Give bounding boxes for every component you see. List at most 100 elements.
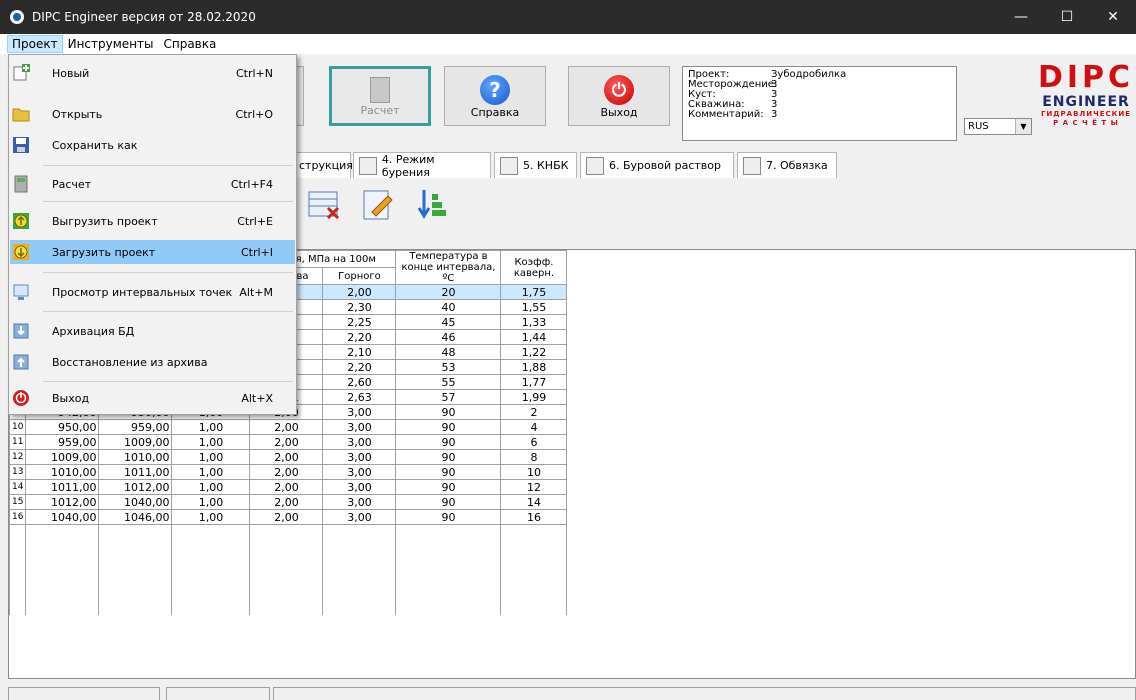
table-cell[interactable]: 2,00 bbox=[249, 419, 324, 435]
table-cell[interactable]: 1010,00 bbox=[25, 464, 100, 480]
table-cell[interactable]: 48 bbox=[395, 344, 502, 360]
menu-project[interactable]: Проект bbox=[7, 35, 63, 53]
table-row[interactable]: 10 950,00 959,00 1,00 2,00 3,00 90 4 bbox=[9, 419, 568, 435]
table-cell[interactable]: 16 bbox=[9, 509, 27, 525]
table-cell[interactable]: 3,00 bbox=[322, 419, 397, 435]
table-cell[interactable]: 2,00 bbox=[322, 284, 397, 300]
minimize-button[interactable]: — bbox=[998, 0, 1044, 34]
table-cell[interactable]: 2,30 bbox=[322, 299, 397, 315]
table-cell[interactable]: 90 bbox=[395, 449, 502, 465]
tab-drilling-fluid[interactable]: 6. Буровой раствор bbox=[580, 152, 734, 178]
table-cell[interactable]: 57 bbox=[395, 389, 502, 405]
table-cell[interactable]: 10 bbox=[500, 464, 568, 480]
exit-button[interactable]: ⏻ Выход bbox=[568, 66, 670, 126]
table-cell[interactable]: 15 bbox=[9, 494, 27, 510]
edit-icon[interactable] bbox=[360, 186, 396, 222]
table-cell[interactable]: 3,00 bbox=[322, 404, 397, 420]
table-cell[interactable]: 1040,00 bbox=[98, 494, 173, 510]
menu-new[interactable]: Новый Ctrl+N bbox=[10, 61, 295, 85]
table-cell[interactable]: 10 bbox=[9, 419, 27, 435]
table-cell[interactable]: 6 bbox=[500, 434, 568, 450]
table-cell[interactable]: 20 bbox=[395, 284, 502, 300]
table-cell[interactable]: 1,00 bbox=[171, 494, 251, 510]
table-cell[interactable]: 1009,00 bbox=[98, 434, 173, 450]
table-cell[interactable]: 2,25 bbox=[322, 314, 397, 330]
table-cell[interactable]: 1,00 bbox=[171, 509, 251, 525]
table-cell[interactable]: 3,00 bbox=[322, 494, 397, 510]
table-cell[interactable]: 90 bbox=[395, 404, 502, 420]
table-cell[interactable]: 1040,00 bbox=[25, 509, 100, 525]
table-cell[interactable]: 1,55 bbox=[500, 299, 568, 315]
menu-restore-archive[interactable]: Восстановление из архива bbox=[10, 350, 295, 374]
help-button[interactable]: ? Справка bbox=[444, 66, 546, 126]
table-cell[interactable]: 45 bbox=[395, 314, 502, 330]
table-cell[interactable]: 1,22 bbox=[500, 344, 568, 360]
table-cell[interactable]: 2,63 bbox=[322, 389, 397, 405]
table-cell[interactable]: 1,33 bbox=[500, 314, 568, 330]
table-cell[interactable]: 2,00 bbox=[249, 449, 324, 465]
tab-bha[interactable]: 5. КНБК bbox=[494, 152, 577, 178]
table-cell[interactable]: 12 bbox=[9, 449, 27, 465]
table-cell[interactable]: 12 bbox=[500, 479, 568, 495]
table-cell[interactable]: 2,00 bbox=[249, 509, 324, 525]
table-row[interactable]: 11 959,00 1009,00 1,00 2,00 3,00 90 6 bbox=[9, 434, 568, 450]
table-cell[interactable]: 959,00 bbox=[25, 434, 100, 450]
table-cell[interactable]: 55 bbox=[395, 374, 502, 390]
table-cell[interactable]: 1,77 bbox=[500, 374, 568, 390]
table-cell[interactable]: 1,99 bbox=[500, 389, 568, 405]
table-cell[interactable]: 8 bbox=[500, 449, 568, 465]
table-cell[interactable]: 1,00 bbox=[171, 479, 251, 495]
menu-export-project[interactable]: Выгрузить проект Ctrl+E bbox=[10, 209, 295, 233]
table-cell[interactable]: 40 bbox=[395, 299, 502, 315]
chevron-down-icon[interactable]: ▼ bbox=[1015, 119, 1031, 134]
table-cell[interactable]: 2,20 bbox=[322, 359, 397, 375]
table-cell[interactable]: 2,00 bbox=[249, 434, 324, 450]
table-cell[interactable]: 1,44 bbox=[500, 329, 568, 345]
table-cell[interactable]: 16 bbox=[500, 509, 568, 525]
table-cell[interactable]: 2,00 bbox=[249, 494, 324, 510]
menu-save-as[interactable]: Сохранить как bbox=[10, 133, 295, 157]
table-row[interactable]: 14 1011,00 1012,00 1,00 2,00 3,00 90 12 bbox=[9, 479, 568, 495]
tab-piping[interactable]: 7. Обвязка bbox=[737, 152, 837, 178]
close-button[interactable]: ✕ bbox=[1090, 0, 1136, 34]
table-cell[interactable]: 2 bbox=[500, 404, 568, 420]
table-cell[interactable]: 1012,00 bbox=[98, 479, 173, 495]
table-cell[interactable]: 3,00 bbox=[322, 434, 397, 450]
table-cell[interactable]: 2,00 bbox=[249, 479, 324, 495]
tab-drilling-mode[interactable]: 4. Режим бурения bbox=[353, 152, 491, 179]
menu-view-interval-points[interactable]: Просмотр интервальных точек Alt+M bbox=[10, 280, 295, 304]
table-cell[interactable]: 3,00 bbox=[322, 449, 397, 465]
table-cell[interactable]: 90 bbox=[395, 464, 502, 480]
table-cell[interactable]: 90 bbox=[395, 494, 502, 510]
table-cell[interactable]: 950,00 bbox=[25, 419, 100, 435]
table-cell[interactable]: 1011,00 bbox=[25, 479, 100, 495]
table-row[interactable]: 12 1009,00 1010,00 1,00 2,00 3,00 90 8 bbox=[9, 449, 568, 465]
sort-icon[interactable] bbox=[414, 186, 450, 222]
table-row[interactable]: 15 1012,00 1040,00 1,00 2,00 3,00 90 14 bbox=[9, 494, 568, 510]
table-cell[interactable]: 13 bbox=[9, 464, 27, 480]
table-cell[interactable]: 11 bbox=[9, 434, 27, 450]
table-cell[interactable]: 1046,00 bbox=[98, 509, 173, 525]
menu-archive-db[interactable]: Архивация БД bbox=[10, 319, 295, 343]
delete-row-icon[interactable] bbox=[306, 186, 342, 222]
table-cell[interactable]: 1,00 bbox=[171, 464, 251, 480]
maximize-button[interactable]: ☐ bbox=[1044, 0, 1090, 34]
table-row[interactable]: 16 1040,00 1046,00 1,00 2,00 3,00 90 16 bbox=[9, 509, 568, 525]
table-cell[interactable]: 90 bbox=[395, 419, 502, 435]
table-cell[interactable]: 1,75 bbox=[500, 284, 568, 300]
table-cell[interactable]: 2,10 bbox=[322, 344, 397, 360]
table-cell[interactable]: 53 bbox=[395, 359, 502, 375]
table-cell[interactable]: 90 bbox=[395, 479, 502, 495]
table-cell[interactable]: 4 bbox=[500, 419, 568, 435]
table-cell[interactable]: 3,00 bbox=[322, 479, 397, 495]
menu-import-project[interactable]: Загрузить проект Ctrl+I bbox=[10, 240, 295, 264]
table-cell[interactable]: 2,60 bbox=[322, 374, 397, 390]
table-cell[interactable]: 2,20 bbox=[322, 329, 397, 345]
table-cell[interactable]: 1,00 bbox=[171, 434, 251, 450]
table-cell[interactable]: 1009,00 bbox=[25, 449, 100, 465]
table-cell[interactable]: 90 bbox=[395, 509, 502, 525]
table-cell[interactable]: 1,88 bbox=[500, 359, 568, 375]
table-cell[interactable]: 90 bbox=[395, 434, 502, 450]
table-cell[interactable]: 14 bbox=[9, 479, 27, 495]
menu-exit[interactable]: Выход Alt+X bbox=[10, 386, 295, 410]
